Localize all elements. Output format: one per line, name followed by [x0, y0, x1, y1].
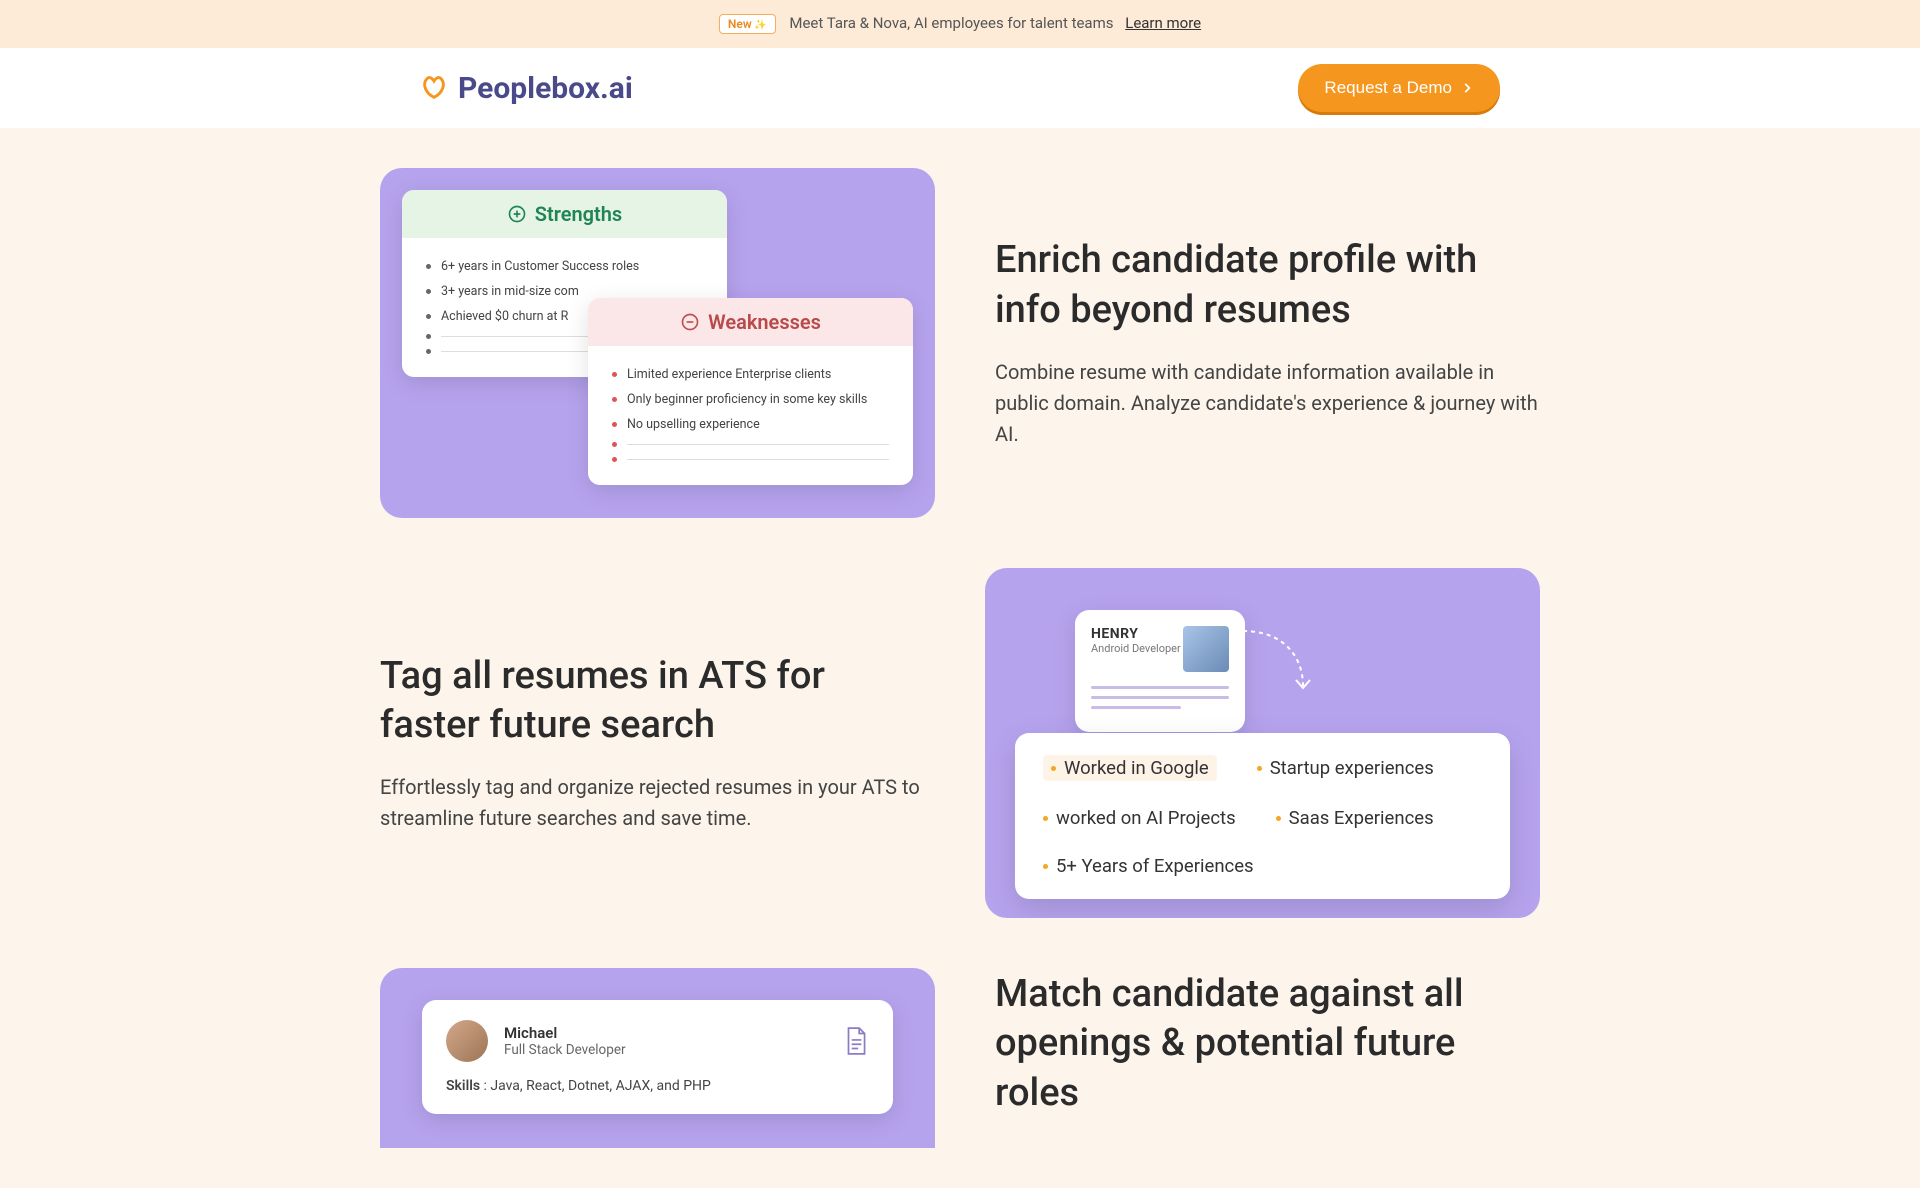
avatar	[446, 1020, 488, 1062]
navbar: Peoplebox.ai Request a Demo	[0, 48, 1920, 128]
tag-item: Saas Experiences	[1276, 807, 1434, 829]
strengths-label: Strengths	[535, 202, 622, 226]
tag-item: worked on AI Projects	[1043, 807, 1236, 829]
announcement-learn-more-link[interactable]: Learn more	[1125, 14, 1201, 32]
logo-text: Peoplebox.ai	[458, 71, 633, 106]
illustration-enrich: Strengths 6+ years in Customer Success r…	[380, 168, 935, 518]
avatar	[1183, 626, 1229, 672]
illustration-tag: HENRY Android Developer Worked in Google…	[985, 568, 1540, 918]
tag-item: 5+ Years of Experiences	[1043, 855, 1254, 877]
feature-row-tag: Tag all resumes in ATS for faster future…	[380, 568, 1540, 918]
feature-body-enrich: Combine resume with candidate informatio…	[995, 357, 1540, 450]
page-content: Strengths 6+ years in Customer Success r…	[380, 168, 1540, 1188]
new-badge: New	[719, 14, 776, 34]
tags-card: Worked in Google Startup experiences wor…	[1015, 733, 1510, 899]
minus-circle-icon	[680, 312, 700, 332]
candidate-card: Michael Full Stack Developer Skills : Ja…	[422, 1000, 893, 1114]
feature-title-match: Match candidate against all openings & p…	[995, 970, 1540, 1118]
arrow-icon	[1243, 626, 1323, 701]
plus-circle-icon	[507, 204, 527, 224]
request-demo-button[interactable]: Request a Demo	[1298, 64, 1500, 112]
announcement-bar: New Meet Tara & Nova, AI employees for t…	[0, 0, 1920, 48]
profile-name: HENRY	[1091, 626, 1181, 642]
weakness-item: No upselling experience	[612, 412, 889, 437]
strength-item: 6+ years in Customer Success roles	[426, 254, 703, 279]
weakness-item: Only beginner proficiency in some key sk…	[612, 387, 889, 412]
tag-item: Startup experiences	[1257, 755, 1434, 781]
document-icon	[843, 1026, 869, 1056]
profile-placeholder-lines	[1091, 686, 1229, 709]
weakness-item	[612, 437, 889, 452]
weaknesses-card: Weaknesses Limited experience Enterprise…	[588, 298, 913, 485]
candidate-role: Full Stack Developer	[504, 1042, 626, 1058]
feature-row-enrich: Strengths 6+ years in Customer Success r…	[380, 168, 1540, 518]
weaknesses-label: Weaknesses	[708, 310, 821, 334]
request-demo-label: Request a Demo	[1324, 78, 1452, 98]
candidate-skills: Skills : Java, React, Dotnet, AJAX, and …	[446, 1078, 869, 1094]
profile-role: Android Developer	[1091, 642, 1181, 655]
feature-body-tag: Effortlessly tag and organize rejected r…	[380, 772, 925, 834]
illustration-match: Michael Full Stack Developer Skills : Ja…	[380, 968, 935, 1148]
feature-row-match: Michael Full Stack Developer Skills : Ja…	[380, 968, 1540, 1148]
profile-card: HENRY Android Developer	[1075, 610, 1245, 732]
feature-title-tag: Tag all resumes in ATS for faster future…	[380, 652, 925, 751]
chevron-right-icon	[1460, 81, 1474, 95]
candidate-name: Michael	[504, 1024, 626, 1042]
logo[interactable]: Peoplebox.ai	[420, 71, 633, 106]
tag-item: Worked in Google	[1043, 755, 1217, 781]
feature-title-enrich: Enrich candidate profile with info beyon…	[995, 236, 1540, 335]
announcement-text: Meet Tara & Nova, AI employees for talen…	[789, 14, 1113, 32]
weakness-item: Limited experience Enterprise clients	[612, 362, 889, 387]
weakness-item	[612, 452, 889, 467]
logo-icon	[420, 74, 448, 102]
